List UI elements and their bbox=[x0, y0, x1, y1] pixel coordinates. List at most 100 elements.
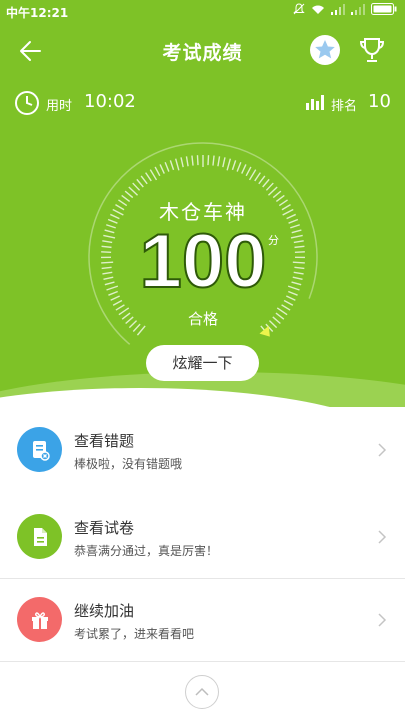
trophy-icon[interactable] bbox=[356, 34, 388, 66]
star-icon bbox=[315, 40, 335, 59]
gauge-tick bbox=[293, 271, 304, 275]
item-subtitle: 考试累了，进来看看吧 bbox=[74, 627, 195, 641]
gauge-tick bbox=[241, 164, 247, 174]
score-gauge: 木仓车神 100 分 合格 bbox=[86, 140, 320, 374]
gauge-tick bbox=[265, 182, 274, 191]
gauge-tick bbox=[248, 169, 257, 181]
gauge-tick bbox=[291, 281, 302, 286]
gauge-tick bbox=[245, 166, 252, 177]
gauge-tick bbox=[294, 245, 305, 249]
chevron-right-icon bbox=[378, 530, 387, 544]
gauge-tick bbox=[254, 172, 261, 182]
gauge-tick bbox=[207, 155, 210, 166]
gauge-tick bbox=[292, 276, 303, 281]
item-title: 查看错题 bbox=[74, 432, 135, 450]
gauge-tick bbox=[102, 240, 113, 244]
gauge-tick bbox=[145, 172, 152, 182]
divider bbox=[0, 661, 405, 662]
signal-icon bbox=[331, 3, 345, 15]
gauge-tick bbox=[102, 271, 113, 275]
score-value: 100 bbox=[139, 219, 268, 304]
gauge-tick bbox=[159, 164, 165, 174]
gauge-tick bbox=[286, 295, 296, 301]
gauge-tick bbox=[108, 290, 118, 296]
gauge-tick bbox=[154, 166, 161, 177]
gauge-tick bbox=[140, 175, 148, 185]
gauge-tick bbox=[128, 186, 139, 196]
gauge-tick bbox=[290, 234, 303, 239]
item-title: 查看试卷 bbox=[74, 519, 135, 537]
page-title: 考试成绩 bbox=[162, 42, 243, 64]
clock-icon bbox=[15, 91, 39, 115]
gauge-tick bbox=[104, 229, 115, 234]
rank-label: 排名 bbox=[331, 99, 358, 114]
gauge-tick bbox=[231, 160, 237, 171]
keep-going-item[interactable]: 继续加油 考试累了，进来看看吧 bbox=[0, 577, 405, 662]
gauge-tick bbox=[104, 281, 115, 286]
gauge-tick bbox=[287, 285, 300, 291]
gift-icon bbox=[17, 597, 62, 642]
gauge-tick bbox=[185, 156, 189, 167]
gauge-tick bbox=[293, 240, 304, 244]
wifi-icon bbox=[312, 5, 324, 14]
gauge-tick bbox=[132, 182, 141, 191]
gauge-tick bbox=[106, 224, 116, 229]
gauge-tick bbox=[110, 295, 120, 301]
review-wrong-questions-item[interactable]: 查看错题 棒极啦，没有错题哦 bbox=[0, 407, 405, 492]
gauge-tick bbox=[164, 162, 170, 172]
top-bar: 考试成绩 bbox=[0, 28, 405, 74]
item-title: 继续加油 bbox=[74, 602, 135, 620]
gauge-tick bbox=[103, 276, 114, 281]
chevron-up-icon bbox=[195, 687, 209, 696]
gauge-tick bbox=[267, 186, 278, 196]
battery-icon bbox=[371, 3, 397, 15]
gauge-tick bbox=[174, 158, 180, 171]
gauge-tick bbox=[112, 299, 123, 306]
gauge-tick bbox=[226, 158, 232, 171]
gauge-tick bbox=[258, 175, 266, 185]
gauge-tick bbox=[101, 245, 112, 249]
gauge-tick bbox=[283, 299, 294, 306]
gauge-tick bbox=[101, 261, 114, 264]
gauge-tick bbox=[101, 251, 112, 254]
gauge-tick bbox=[106, 285, 119, 291]
gauge-tick bbox=[191, 155, 194, 166]
score-unit: 分 bbox=[268, 234, 279, 247]
item-subtitle: 棒极啦，没有错题哦 bbox=[74, 457, 183, 471]
status-bar: 中午12:21 bbox=[0, 0, 405, 22]
gauge-tick bbox=[291, 229, 302, 234]
status-icons bbox=[293, 3, 397, 15]
gauge-tick bbox=[222, 157, 226, 168]
gauge-tick bbox=[103, 234, 116, 239]
paper-document-icon bbox=[17, 514, 62, 559]
gauge-tick bbox=[236, 162, 242, 172]
chevron-right-icon bbox=[378, 443, 387, 457]
scroll-up-button[interactable] bbox=[185, 675, 219, 709]
gauge-tick bbox=[212, 155, 215, 166]
wrong-questions-icon bbox=[17, 427, 62, 472]
gauge-tick bbox=[290, 224, 300, 229]
gauge-tick bbox=[262, 178, 270, 188]
exam-stats: 用时 10:02 排名 10 bbox=[0, 88, 405, 118]
gauge-tick bbox=[294, 266, 305, 270]
mute-icon bbox=[293, 3, 305, 15]
gauge-tick bbox=[217, 156, 221, 167]
gauge-tick bbox=[196, 155, 199, 166]
gauge-tick bbox=[180, 157, 184, 168]
favorite-star-button[interactable] bbox=[310, 35, 340, 65]
gauge-tick bbox=[288, 290, 298, 296]
time-used-value: 10:02 bbox=[84, 91, 136, 112]
gauge-tick bbox=[136, 178, 144, 188]
pass-status: 合格 bbox=[187, 310, 218, 328]
gauge-tick bbox=[101, 266, 112, 270]
time-used-label: 用时 bbox=[46, 99, 73, 114]
rank-value: 10 bbox=[368, 91, 391, 112]
gauge-tick bbox=[294, 251, 305, 254]
gauge-tick bbox=[169, 160, 175, 171]
view-paper-item[interactable]: 查看试卷 恭喜满分通过，真是厉害！ bbox=[0, 494, 405, 579]
item-subtitle: 恭喜满分通过，真是厉害！ bbox=[74, 544, 219, 558]
share-button[interactable]: 炫耀一下 bbox=[146, 345, 259, 381]
bar-chart-icon bbox=[306, 95, 324, 110]
gauge-tick bbox=[149, 169, 158, 181]
signal-icon-2 bbox=[351, 3, 365, 15]
